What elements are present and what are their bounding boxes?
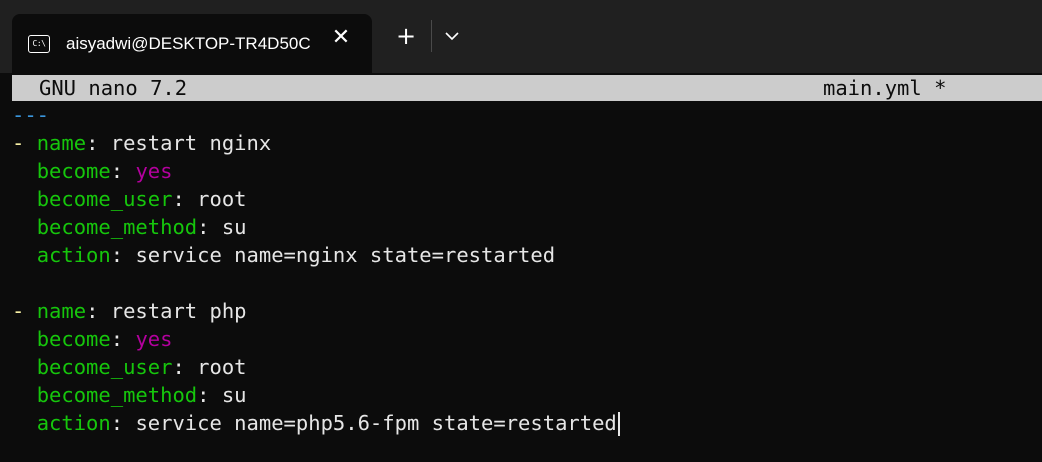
yaml-line: become: yes xyxy=(36,327,173,351)
yaml-key: name xyxy=(36,299,87,323)
yaml-doc-start: --- xyxy=(12,103,50,127)
yaml-line: action: service name=nginx state=restart… xyxy=(36,243,556,267)
yaml-value: restart nginx xyxy=(110,131,272,155)
yaml-value: yes xyxy=(135,327,173,351)
yaml-key: action xyxy=(36,411,111,435)
yaml-value: root xyxy=(197,355,247,379)
yaml-line: become: yes xyxy=(36,159,173,183)
yaml-value: restart php xyxy=(110,299,247,323)
yaml-key: become_method xyxy=(36,383,198,407)
chevron-down-icon[interactable] xyxy=(440,22,464,50)
yaml-value: su xyxy=(221,215,247,239)
yaml-line: become_method: su xyxy=(36,215,247,239)
list-dash: - xyxy=(12,131,37,155)
yaml-value: service name=nginx state=restarted xyxy=(135,243,556,267)
nano-title-bar: GNU nano 7.2 main.yml * xyxy=(12,75,1042,101)
list-dash: - xyxy=(12,299,37,323)
nano-version: GNU nano 7.2 xyxy=(39,76,188,100)
tab-divider xyxy=(431,20,432,52)
yaml-line: become_method: su xyxy=(36,383,247,407)
yaml-key: become xyxy=(36,327,111,351)
yaml-key: name xyxy=(36,131,87,155)
yaml-key: action xyxy=(36,243,111,267)
terminal-tab[interactable]: C:\ aisyadwi@DESKTOP-TR4D50C ✕ xyxy=(12,14,372,73)
title-bar: C:\ aisyadwi@DESKTOP-TR4D50C ✕ + xyxy=(0,0,1042,73)
yaml-line: - name: restart nginx xyxy=(12,131,272,155)
terminal-content[interactable]: GNU nano 7.2 main.yml * --- - name: rest… xyxy=(0,73,1042,462)
yaml-key: become_method xyxy=(36,215,198,239)
close-icon[interactable]: ✕ xyxy=(328,24,354,50)
yaml-line: action: service name=php5.6-fpm state=re… xyxy=(12,409,620,437)
yaml-line: become_user: root xyxy=(36,187,247,211)
nano-filename: main.yml * xyxy=(823,76,947,100)
text-cursor xyxy=(617,412,620,436)
terminal-icon: C:\ xyxy=(28,34,50,53)
yaml-value: root xyxy=(197,187,247,211)
yaml-line: become_user: root xyxy=(36,355,247,379)
yaml-value: service name=php5.6-fpm state=restarted xyxy=(135,411,617,435)
yaml-key: become_user xyxy=(36,187,173,211)
yaml-key: become_user xyxy=(36,355,173,379)
yaml-value: su xyxy=(221,383,247,407)
yaml-value: yes xyxy=(135,159,173,183)
yaml-line: - name: restart php xyxy=(12,299,247,323)
tab-title: aisyadwi@DESKTOP-TR4D50C xyxy=(66,33,311,53)
yaml-key: become xyxy=(36,159,111,183)
new-tab-button[interactable]: + xyxy=(392,22,420,50)
